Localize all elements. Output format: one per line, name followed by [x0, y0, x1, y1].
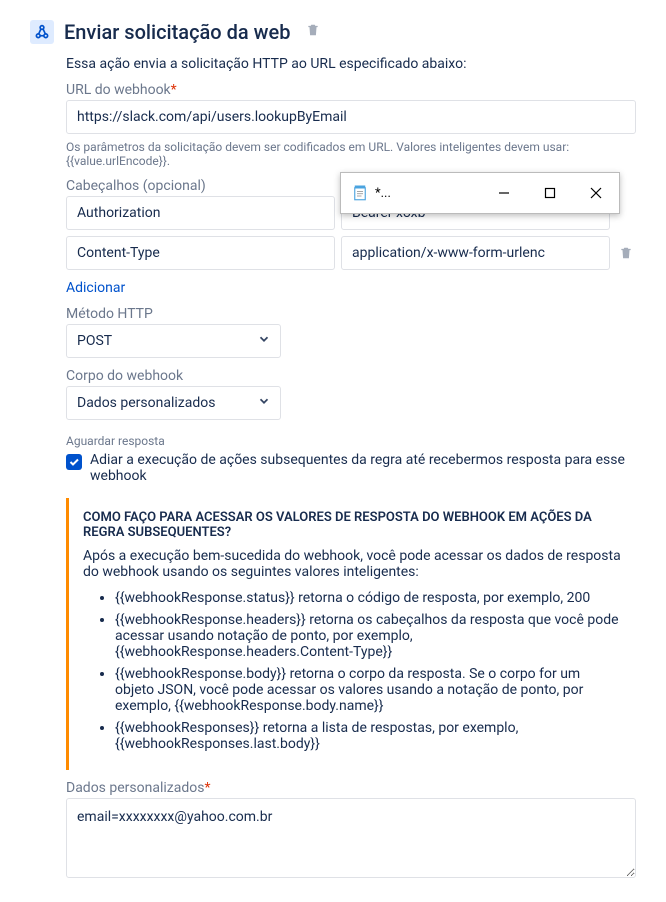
webhook-body-label: Corpo do webhook	[66, 368, 636, 384]
delete-header-icon[interactable]	[616, 243, 636, 263]
http-method-select[interactable]	[66, 324, 281, 358]
help-callout: COMO FAÇO PARA ACESSAR OS VALORES DE RES…	[66, 498, 636, 770]
webhook-url-hint: Os parâmetros da solicitação devem ser c…	[66, 140, 636, 168]
callout-item: {{webhookResponse.status}} retorna o cód…	[115, 590, 622, 606]
action-header: Enviar solicitação da web	[30, 20, 636, 44]
custom-data-textarea[interactable]	[66, 798, 636, 878]
wait-checkbox[interactable]	[66, 454, 82, 470]
callout-item: {{webhookResponse.headers}} retorna os c…	[115, 612, 622, 660]
webhook-icon	[30, 20, 54, 44]
wait-section-label: Aguardar resposta	[66, 434, 636, 448]
wait-checkbox-label: Adiar a execução de ações subsequentes d…	[90, 452, 636, 484]
webhook-body-select[interactable]	[66, 386, 281, 420]
action-description: Essa ação envia a solicitação HTTP ao UR…	[66, 56, 636, 72]
minimize-button[interactable]	[481, 173, 527, 213]
webhook-url-input[interactable]	[66, 100, 636, 134]
page-title: Enviar solicitação da web	[64, 20, 290, 44]
header-key-input[interactable]	[66, 196, 335, 230]
close-button[interactable]	[573, 173, 619, 213]
header-row	[66, 236, 636, 270]
notepad-icon	[351, 184, 369, 202]
callout-item: {{webhookResponses}} retorna a lista de …	[115, 720, 622, 752]
custom-data-label: Dados personalizados*	[66, 780, 636, 796]
delete-action-icon[interactable]	[306, 23, 320, 41]
add-header-link[interactable]: Adicionar	[66, 280, 125, 296]
callout-item: {{webhookResponse.body}} retorna o corpo…	[115, 666, 622, 714]
header-key-input[interactable]	[66, 236, 335, 270]
notepad-window[interactable]: *...	[340, 172, 620, 214]
header-value-input[interactable]	[341, 236, 610, 270]
maximize-button[interactable]	[527, 173, 573, 213]
callout-intro: Após a execução bem-sucedida do webhook,…	[83, 548, 622, 580]
callout-title: COMO FAÇO PARA ACESSAR OS VALORES DE RES…	[83, 510, 622, 540]
webhook-url-label: URL do webhook*	[66, 82, 636, 98]
http-method-label: Método HTTP	[66, 306, 636, 322]
notepad-title: *...	[375, 186, 391, 201]
